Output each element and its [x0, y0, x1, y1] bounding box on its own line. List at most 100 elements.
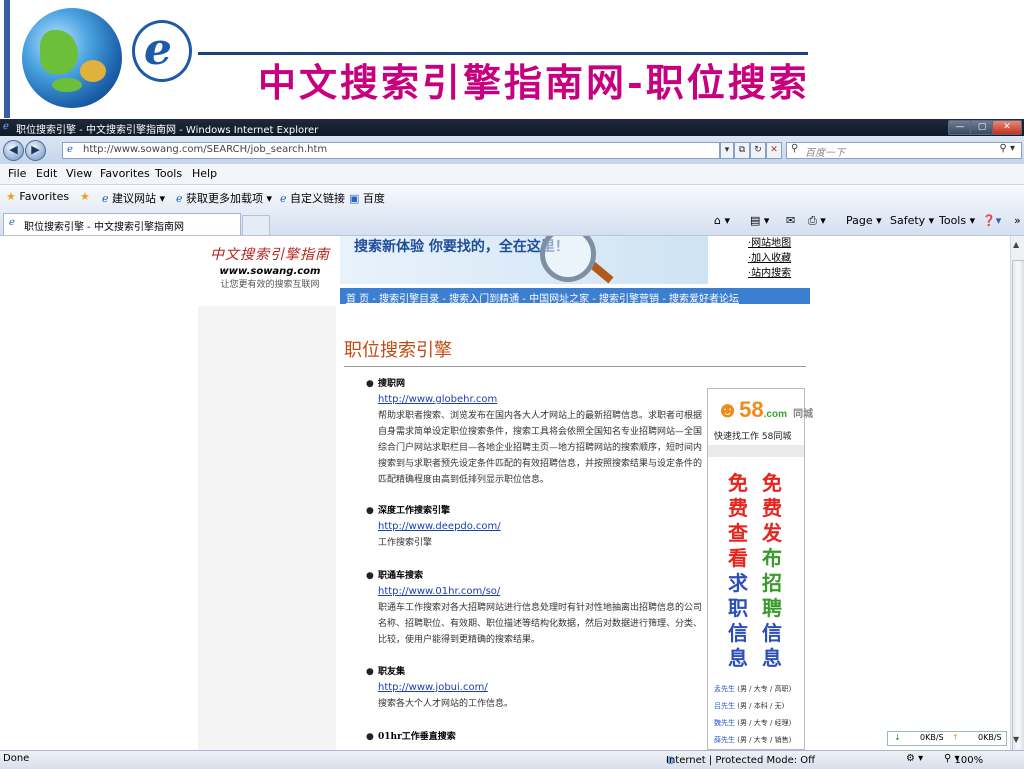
list-item: ● 职友集 http://www.jobui.com/ 搜索各大个人才网站的工作… [366, 667, 514, 709]
favorites-button[interactable]: ★ Favorites [6, 190, 69, 203]
ad-slogan-char: 看 [728, 546, 748, 570]
status-text: Done [3, 753, 30, 764]
section-title: 职位搜索引擎 [344, 340, 452, 361]
tab-active[interactable]: ℯ 职位搜索引擎 - 中文搜索引擎指南网 [3, 213, 241, 235]
ad-slogan-char: 息 [762, 646, 782, 670]
ad-slogan-char: 费 [728, 496, 748, 520]
slide-header: e 中文搜索引擎指南网-职位搜索 [0, 0, 1024, 118]
menu-view[interactable]: View [66, 167, 92, 180]
ad-people-list: 孟先生 (男 / 大专 / 高职) 吕先生 (男 / 本科 / 无) 魏先生 (男 … [714, 681, 791, 749]
menu-favorites[interactable]: Favorites [100, 167, 150, 180]
site-logo[interactable]: 中文搜索引擎指南 www.sowang.com 让您更有效的搜索互联网 [206, 244, 334, 290]
arrow-down-icon: ↓ [894, 733, 901, 742]
address-input[interactable]: ℯ http://www.sowang.com/SEARCH/job_searc… [62, 142, 720, 159]
ad-slogan-char: 息 [728, 646, 748, 670]
search-icon: ⚲ [791, 143, 799, 154]
scroll-thumb[interactable] [1012, 260, 1024, 762]
home-icon[interactable]: ⌂ ▾ [714, 214, 730, 227]
page-viewport: 中文搜索引擎指南 www.sowang.com 让您更有效的搜索互联网 搜索新体… [0, 236, 1010, 750]
stop-button[interactable]: ✕ [766, 142, 782, 159]
menu-help[interactable]: Help [192, 167, 217, 180]
quick-links: ·网站地图 ·加入收藏 ·站内搜索 [748, 236, 791, 281]
left-accent-bar [4, 0, 10, 118]
arrow-up-icon: ↑ [952, 733, 959, 742]
tab-bar: ℯ 职位搜索引擎 - 中文搜索引擎指南网 ⌂ ▾ ▤ ▾ ✉ ⎙ ▾ Page … [0, 209, 1024, 236]
mail-icon[interactable]: ✉ [786, 214, 795, 227]
entry-link[interactable]: http://www.deepdo.com/ [378, 519, 501, 535]
new-tab-button[interactable] [242, 215, 270, 236]
ad-slogan-char: 免 [728, 471, 748, 495]
print-icon[interactable]: ⎙ ▾ [808, 214, 826, 228]
chevron-right-icon[interactable]: » [1014, 214, 1021, 227]
favlink-get-addons[interactable]: ℯ 获取更多加载项 ▾ [176, 190, 272, 206]
link-sitemap[interactable]: ·网站地图 [748, 236, 791, 251]
back-button[interactable]: ◀ [3, 140, 24, 161]
ad-slogan-char: 招 [762, 571, 782, 595]
ad-slogan-char: 查 [728, 521, 748, 545]
list-item: ● 深度工作搜索引擎 http://www.deepdo.com/ 工作搜索引擎 [366, 506, 501, 548]
search-go-icon[interactable]: ⚲ ▾ [999, 143, 1015, 154]
close-button[interactable]: ✕ [992, 120, 1022, 135]
scroll-up-icon[interactable]: ▲ [1013, 240, 1019, 249]
ad-person-row[interactable]: 孟先生 (男 / 大专 / 高职) [714, 681, 791, 698]
protected-mode-icon[interactable]: ⚙ ▾ [906, 753, 923, 764]
ad-slogan-char: 信 [762, 621, 782, 645]
ad-slogan-char: 信 [728, 621, 748, 645]
ad-slogan-char: 发 [762, 521, 782, 545]
favlink-custom-links[interactable]: ℯ 自定义链接 [280, 190, 345, 206]
search-input[interactable]: ⚲ 百度一下 ⚲ ▾ [786, 142, 1022, 159]
favlink-baidu[interactable]: ▣ 百度 [349, 190, 385, 206]
ad-person-row[interactable]: 薛先生 (男 / 大专 / 销售) [714, 732, 791, 749]
window-title: 职位搜索引擎 - 中文搜索引擎指南网 - Windows Internet Ex… [16, 125, 319, 136]
scroll-down-icon[interactable]: ▼ [1013, 735, 1019, 744]
e-logo-icon: e [132, 20, 192, 82]
page-icon: ℯ [67, 144, 73, 155]
58-logo: ☻58.com 同城 [716, 397, 814, 422]
link-site-search[interactable]: ·站内搜索 [748, 266, 791, 281]
ad-person-row[interactable]: 吕先生 (男 / 本科 / 无) [714, 698, 791, 715]
ad-58-tongcheng[interactable]: ☻58.com 同城 快速找工作 58同城 免费查看求职信息 免费发布招聘信息 … [707, 388, 813, 750]
entry-link[interactable]: http://www.globehr.com [378, 392, 497, 408]
slide-title: 中文搜索引擎指南网-职位搜索 [258, 60, 810, 105]
feeds-icon[interactable]: ▤ ▾ [750, 214, 769, 227]
favorites-bar: ★ Favorites ★ ℯ 建议网站 ▾ ℯ 获取更多加载项 ▾ ℯ 自定义… [0, 185, 1024, 209]
safety-menu[interactable]: Safety ▾ [890, 214, 934, 227]
menu-file[interactable]: File [8, 167, 26, 180]
minimize-button[interactable]: — [948, 120, 972, 135]
tools-menu[interactable]: Tools ▾ [939, 214, 975, 227]
tab-page-icon: ℯ [9, 217, 15, 228]
ad-person-row[interactable]: 魏先生 (男 / 大专 / 经理) [714, 715, 791, 732]
list-item: ● 搜职网 http://www.globehr.com 帮助求职者搜索、浏览发… [366, 379, 703, 485]
menu-edit[interactable]: Edit [36, 167, 57, 180]
ad-slogan-char: 聘 [762, 596, 782, 620]
maximize-button[interactable]: ▢ [970, 120, 994, 135]
zoom-control[interactable]: ⚲ 100% ▾ [944, 753, 983, 766]
link-add-favorite[interactable]: ·加入收藏 [748, 251, 791, 266]
network-meter: ↓ 0KB/S ↑ 0KB/S [887, 731, 1007, 746]
forward-button[interactable]: ▶ [25, 140, 46, 161]
vertical-scrollbar[interactable]: ▲ ▼ [1010, 236, 1024, 762]
menu-bar: File Edit View Favorites Tools Help [0, 164, 1024, 185]
list-item: ● 职通车搜索 http://www.01hr.com/so/ 职通车工作搜索对… [366, 571, 703, 645]
menu-tools[interactable]: Tools [155, 167, 182, 180]
address-toolbar: ◀ ▶ ℯ http://www.sowang.com/SEARCH/job_s… [0, 136, 1024, 164]
ad-slogan-right: 免费发布招聘信息 [760, 471, 784, 671]
list-item: ● 01hr工作垂直搜索 [366, 732, 456, 742]
site-nav-links[interactable]: 首 页 - 搜索引擎目录 - 搜索入门到精通 - 中国网址之家 - 搜索引擎营销… [346, 290, 739, 305]
page-menu[interactable]: Page ▾ [846, 214, 882, 227]
address-dropdown-button[interactable]: ▾ [720, 142, 734, 159]
favlink-suggested-sites[interactable]: ℯ 建议网站 ▾ [102, 190, 165, 206]
star-icon: ★ [6, 190, 16, 203]
ad-slogan-char: 布 [762, 546, 782, 570]
compat-view-button[interactable]: ⧉ [734, 142, 750, 159]
site-nav: 首 页 - 搜索引擎目录 - 搜索入门到精通 - 中国网址之家 - 搜索引擎营销… [340, 288, 810, 305]
window-titlebar: ℯ 职位搜索引擎 - 中文搜索引擎指南网 - Windows Internet … [0, 119, 1024, 136]
entry-link[interactable]: http://www.jobui.com/ [378, 680, 488, 696]
site-banner[interactable]: 搜索新体验 你要找的，全在这里！ [340, 236, 708, 284]
entry-link[interactable]: http://www.01hr.com/so/ [378, 584, 500, 600]
add-favorite-icon[interactable]: ★ [80, 190, 90, 203]
help-icon[interactable]: ❓▾ [982, 214, 1001, 227]
left-column [198, 306, 336, 750]
ad-slogan-char: 求 [728, 571, 748, 595]
refresh-button[interactable]: ↻ [750, 142, 766, 159]
